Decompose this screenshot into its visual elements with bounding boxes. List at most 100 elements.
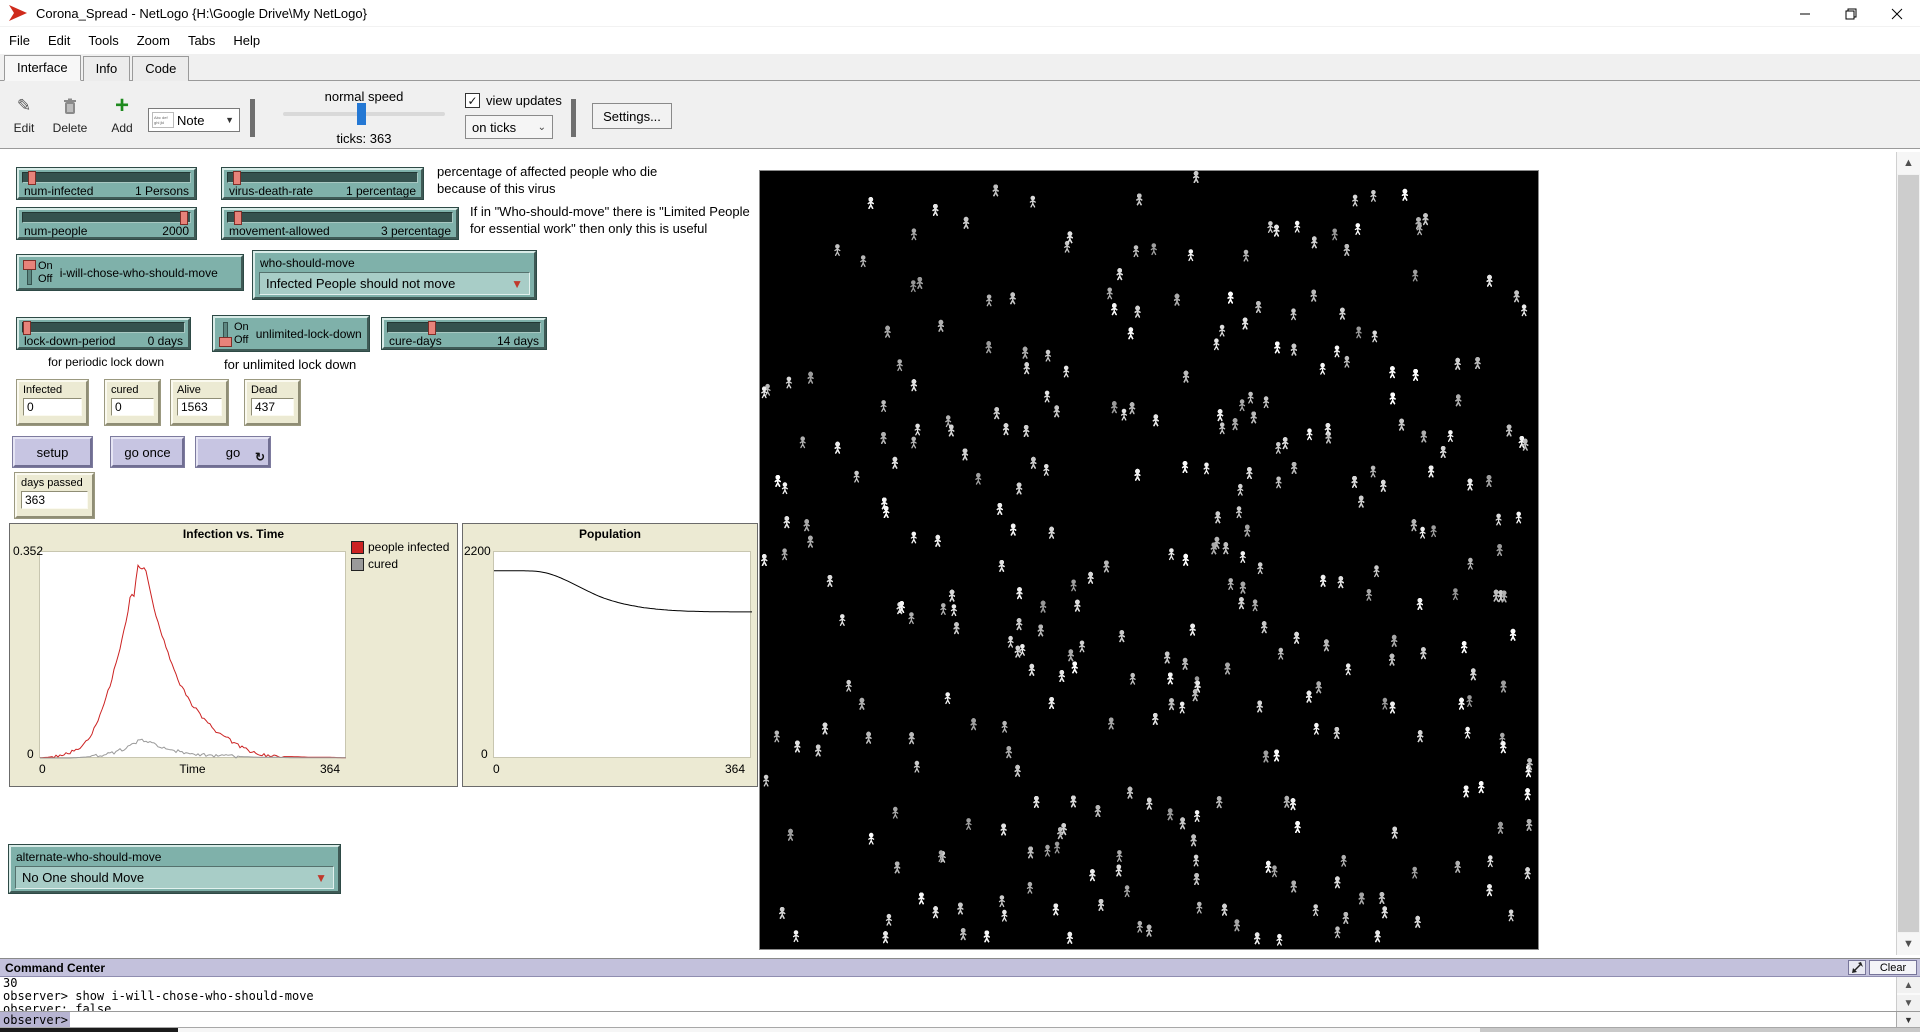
plot-area [493,551,751,758]
slider-lock-down-period[interactable]: lock-down-period0 days [17,318,190,349]
window-title: Corona_Spread - NetLogo {H:\Google Drive… [36,6,367,21]
switch-handle[interactable] [219,337,232,347]
world-view [759,170,1539,950]
menu-edit[interactable]: Edit [39,29,79,52]
monitor-dead: Dead 437 [245,380,300,425]
update-mode-dropdown[interactable]: on ticks ⌄ [465,115,553,139]
edit-button[interactable]: ✎ Edit [2,87,46,143]
slider-cure-days[interactable]: cure-days14 days [382,318,546,349]
scroll-up-icon[interactable]: ▲ [1897,152,1920,174]
note-movement: If in "Who-should-move" there is "Limite… [470,203,750,237]
monitor-days-passed: days passed 363 [15,473,94,518]
note-unlimited-lockdown: for unlimited lock down [224,356,356,373]
slider-handle[interactable] [28,171,36,185]
slider-handle[interactable] [428,321,436,335]
y-min-label: 0 [481,747,488,761]
slider-track[interactable] [227,172,418,183]
slider-track[interactable] [227,212,453,223]
scroll-down-icon[interactable]: ▼ [1897,933,1920,955]
slider-track[interactable] [387,322,541,333]
menu-help[interactable]: Help [224,29,269,52]
toolbar-separator [250,99,255,137]
slider-handle[interactable] [23,321,31,335]
minimize-button[interactable] [1782,0,1828,27]
command-input-row: observer> ▼ [0,1011,1920,1027]
slider-handle[interactable] [180,211,188,225]
chevron-down-icon: ⌄ [538,122,552,133]
restore-button[interactable] [1828,0,1874,27]
tab-interface[interactable]: Interface [4,55,81,81]
forever-icon: ↻ [255,450,265,464]
command-input[interactable] [70,1012,1896,1027]
slider-movement-allowed[interactable]: movement-allowed3 percentage [222,208,458,239]
clear-button[interactable]: Clear [1869,960,1917,975]
view-updates-checkbox[interactable]: ✓ [465,93,480,108]
slider-num-infected[interactable]: num-infected1 Persons [17,168,196,199]
trash-icon [63,95,77,117]
interface-scrollbar[interactable]: ▲ ▼ [1896,152,1920,955]
settings-button[interactable]: Settings... [592,103,672,129]
menu-zoom[interactable]: Zoom [128,29,179,52]
slider-virus-death-rate[interactable]: virus-death-rate1 percentage [222,168,423,199]
slider-handle[interactable] [234,211,242,225]
speed-slider[interactable] [283,112,445,116]
chooser-alternate-who-should-move[interactable]: alternate-who-should-move No One should … [9,845,340,893]
dropdown-arrow-icon: ▼ [225,115,239,125]
speed-slider-handle[interactable] [357,103,366,125]
add-button[interactable]: + Add [100,87,144,143]
tab-info[interactable]: Info [83,56,131,81]
legend-swatch-infected [351,541,364,554]
scrollbar-thumb[interactable] [1480,1028,1920,1032]
expand-command-center-button[interactable] [1848,960,1866,975]
chooser-who-should-move[interactable]: who-should-move Infected People should n… [253,251,536,299]
view-updates-label: view updates [486,93,562,108]
switch-handle[interactable] [23,260,36,270]
x-min-label: 0 [493,762,500,776]
monitor-infected: Infected 0 [17,380,88,425]
y-max-label: 0.352 [13,544,43,558]
horizontal-scrollbar[interactable] [0,1027,1920,1032]
go-once-button[interactable]: go once [111,437,184,467]
widget-type-dropdown[interactable]: Abc def ghi jkl Note ▼ [148,108,240,132]
switch-unlimited-lock-down[interactable]: OnOff unlimited-lock-down [213,316,369,351]
chooser-value-box[interactable]: Infected People should not move ▼ [259,272,530,295]
command-output-scrollbar[interactable]: ▲ ▼ [1896,977,1920,1011]
plot-population: Population 2200 0 0 364 [462,523,758,787]
slider-track[interactable] [22,212,191,223]
slider-track[interactable] [22,322,185,333]
switch-i-will-chose-who-should-move[interactable]: OnOff i-will-chose-who-should-move [17,255,243,290]
speed-slider-label: normal speed [283,89,445,104]
menu-file[interactable]: File [0,29,39,52]
switch-toggle[interactable] [219,321,232,347]
go-button[interactable]: go ↻ [196,437,270,467]
tab-bar: Interface Info Code [0,54,1920,81]
plot-area [39,551,346,758]
menu-tools[interactable]: Tools [79,29,127,52]
slider-num-people[interactable]: num-people2000 [17,208,196,239]
scrollbar-thumb[interactable] [1898,175,1919,932]
observer-prompt: observer> [0,1012,70,1027]
x-max-label: 364 [320,762,340,776]
toolbar-separator [571,99,576,137]
slider-track[interactable] [22,172,191,183]
command-output: 30 observer> show i-will-chose-who-shoul… [0,977,1896,1011]
scroll-down-icon[interactable]: ▼ [1897,995,1920,1011]
close-button[interactable] [1874,0,1920,27]
tab-code[interactable]: Code [132,56,189,81]
y-min-label: 0 [27,747,34,761]
menu-tabs[interactable]: Tabs [179,29,224,52]
switch-toggle[interactable] [23,260,36,286]
monitor-alive: Alive 1563 [171,380,228,425]
delete-button[interactable]: Delete [48,87,92,143]
chooser-value-box[interactable]: No One should Move ▼ [15,866,334,889]
scroll-up-icon[interactable]: ▲ [1897,977,1920,993]
interface-canvas: num-infected1 Persons virus-death-rate1 … [0,149,1920,958]
x-axis-label: Time [39,762,346,776]
y-max-label: 2200 [464,544,491,558]
toolbar: ✎ Edit Delete + Add Abc def ghi jkl Note… [0,81,1920,149]
agent-type-dropdown[interactable]: ▼ [1896,1012,1920,1027]
menu-bar: File Edit Tools Zoom Tabs Help [0,27,1920,54]
note-style-icon: Abc def ghi jkl [152,112,174,128]
setup-button[interactable]: setup [13,437,92,467]
slider-handle[interactable] [233,171,241,185]
